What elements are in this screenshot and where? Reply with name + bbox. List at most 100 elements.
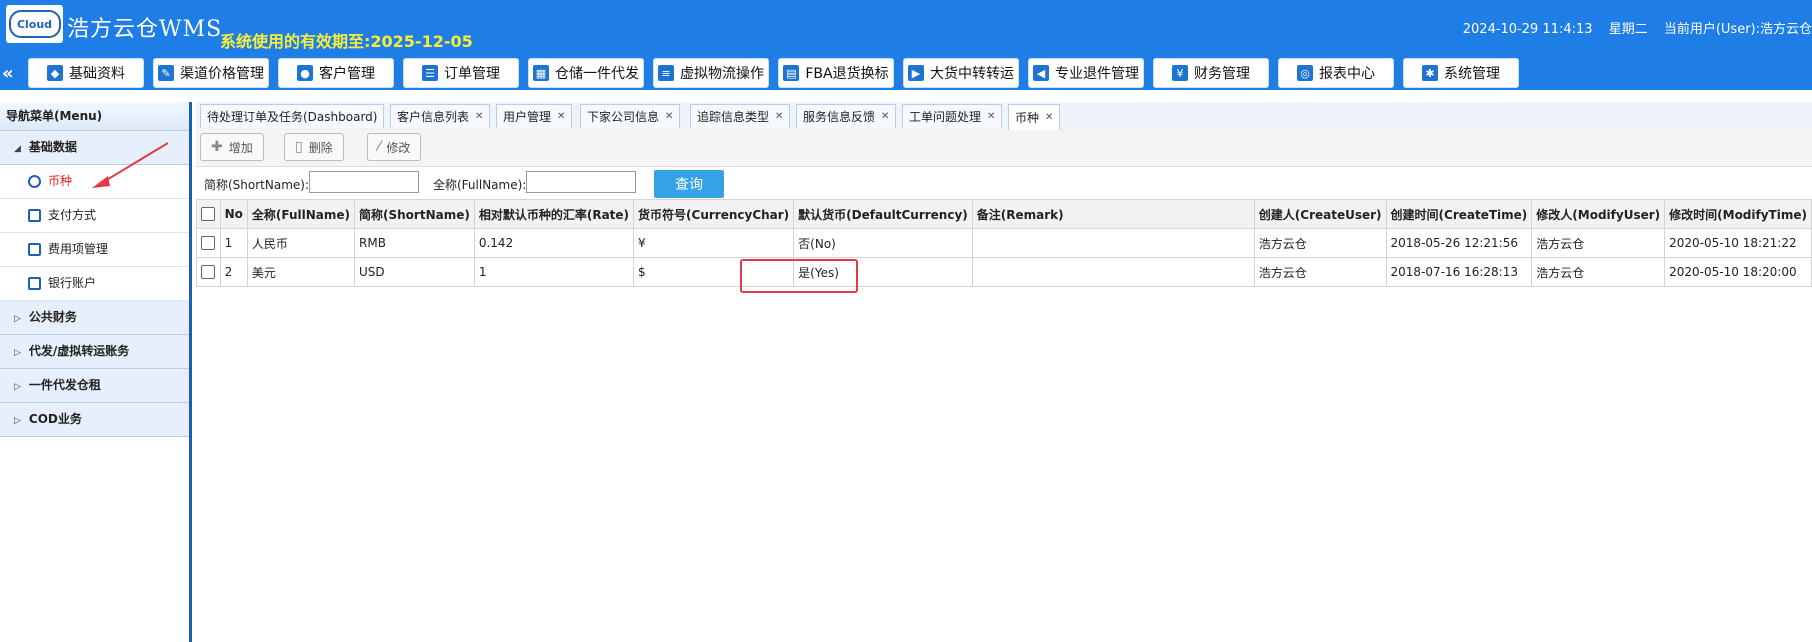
tab-user-management[interactable]: 用户管理 ✕ bbox=[496, 104, 573, 128]
select-all-checkbox[interactable] bbox=[196, 199, 221, 229]
nav-label: 客户管理 bbox=[319, 66, 375, 82]
close-icon[interactable]: ✕ bbox=[1045, 112, 1053, 123]
toolbar: ✚ 增加 ▯ 删除 ⁄ 修改 bbox=[196, 130, 1812, 167]
close-icon[interactable]: ✕ bbox=[775, 111, 783, 122]
truck-icon: ▶ bbox=[908, 65, 924, 81]
tab-label: 工单问题处理 bbox=[909, 110, 982, 124]
annotation-highlight-box bbox=[740, 259, 858, 293]
user-icon: ● bbox=[297, 65, 313, 81]
nav-channel-price[interactable]: ✎ 渠道价格管理 bbox=[153, 58, 269, 88]
edit-button[interactable]: ⁄ 修改 bbox=[367, 133, 422, 161]
sidebar-item-payment-method[interactable]: 支付方式 bbox=[0, 199, 189, 233]
collapsed-triangle-icon: ▷ bbox=[14, 416, 21, 426]
column-header[interactable]: 备注(Remark) bbox=[971, 199, 1255, 229]
sidebar-group-dropship-accounting[interactable]: ▷ 代发/虚拟转运账务 bbox=[0, 335, 189, 369]
cell: 人民币 bbox=[246, 228, 356, 258]
current-user: 当前用户(User):浩方云仓 bbox=[1663, 22, 1812, 37]
group-label: 代发/虚拟转运账务 bbox=[28, 344, 130, 358]
settings-icon: ✱ bbox=[1422, 65, 1438, 81]
nav-returns[interactable]: ◀ 专业退件管理 bbox=[1028, 58, 1144, 88]
tab-dashboard[interactable]: 待处理订单及任务(Dashboard) bbox=[200, 104, 385, 128]
column-header[interactable]: 全称(FullName) bbox=[246, 199, 356, 229]
tab-label: 客户信息列表 bbox=[397, 110, 470, 124]
nav-fba-return[interactable]: ▤ FBA退货换标 bbox=[778, 58, 894, 88]
column-header[interactable]: No bbox=[219, 199, 248, 229]
nav-label: 报表中心 bbox=[1319, 66, 1375, 82]
nav-system[interactable]: ✱ 系统管理 bbox=[1403, 58, 1519, 88]
logo: Cloud bbox=[6, 5, 63, 43]
item-label: 支付方式 bbox=[48, 208, 97, 222]
cell bbox=[971, 228, 1255, 258]
nav-label: 仓储一件代发 bbox=[555, 66, 639, 82]
group-label: 公共财务 bbox=[28, 310, 77, 324]
row-checkbox[interactable] bbox=[196, 257, 221, 287]
column-header[interactable]: 简称(ShortName) bbox=[354, 199, 475, 229]
group-label: 一件代发仓租 bbox=[28, 378, 101, 392]
cell: 2 bbox=[219, 257, 248, 287]
cell: 1 bbox=[219, 228, 248, 258]
query-button[interactable]: 查询 bbox=[654, 170, 724, 198]
tab-currency[interactable]: 币种 ✕ bbox=[1008, 104, 1061, 130]
tab-tracking-types[interactable]: 追踪信息类型 ✕ bbox=[690, 104, 791, 128]
nav-reports[interactable]: ◎ 报表中心 bbox=[1278, 58, 1394, 88]
cell bbox=[971, 257, 1255, 287]
short-name-input[interactable] bbox=[309, 171, 419, 193]
full-name-label: 全称(FullName): bbox=[433, 178, 527, 192]
plus-icon: ✚ bbox=[211, 139, 223, 155]
column-header[interactable]: 创建人(CreateUser) bbox=[1253, 199, 1387, 229]
sidebar-group-cod[interactable]: ▷ COD业务 bbox=[0, 403, 189, 437]
tab-downstream-company[interactable]: 下家公司信息 ✕ bbox=[580, 104, 681, 128]
column-header[interactable]: 修改时间(ModifyTime) bbox=[1664, 199, 1812, 229]
cell: 0.142 bbox=[473, 228, 635, 258]
add-button[interactable]: ✚ 增加 bbox=[200, 133, 264, 161]
close-icon[interactable]: ✕ bbox=[987, 111, 995, 122]
nav-finance[interactable]: ¥ 财务管理 bbox=[1153, 58, 1269, 88]
collapse-menu-icon[interactable]: « bbox=[2, 63, 14, 84]
sidebar-group-public-finance[interactable]: ▷ 公共财务 bbox=[0, 301, 189, 335]
nav-virtual-logistics[interactable]: ≡ 虚拟物流操作 bbox=[653, 58, 769, 88]
nav-orders[interactable]: ☰ 订单管理 bbox=[403, 58, 519, 88]
column-header[interactable]: 创建时间(CreateTime) bbox=[1385, 199, 1533, 229]
nav-bulk-transfer[interactable]: ▶ 大货中转转运 bbox=[903, 58, 1019, 88]
nav-basic-data[interactable]: ◆ 基础资料 bbox=[28, 58, 144, 88]
nav-warehouse[interactable]: ▦ 仓储一件代发 bbox=[528, 58, 644, 88]
column-header[interactable]: 默认货币(DefaultCurrency) bbox=[793, 199, 973, 229]
cell: ¥ bbox=[633, 228, 795, 258]
full-name-input[interactable] bbox=[526, 171, 636, 193]
column-header[interactable]: 相对默认币种的汇率(Rate) bbox=[473, 199, 635, 229]
table-row[interactable]: 1 人民币 RMB 0.142 ¥ 否(No) 浩方云仓 2018-05-26 … bbox=[196, 228, 1812, 258]
sidebar-item-fee-items[interactable]: 费用项管理 bbox=[0, 233, 189, 267]
cell: 2018-05-26 12:21:56 bbox=[1385, 228, 1533, 258]
column-header[interactable]: 货币符号(CurrencyChar) bbox=[633, 199, 795, 229]
close-icon[interactable]: ✕ bbox=[665, 111, 673, 122]
tag-icon: ◆ bbox=[47, 65, 63, 81]
row-checkbox[interactable] bbox=[196, 228, 221, 258]
nav-label: 虚拟物流操作 bbox=[680, 66, 764, 82]
item-label: 银行账户 bbox=[48, 276, 97, 290]
table-header: No 全称(FullName) 简称(ShortName) 相对默认币种的汇率(… bbox=[196, 199, 1812, 229]
close-icon[interactable]: ✕ bbox=[557, 111, 565, 122]
document-icon: ▤ bbox=[783, 65, 800, 81]
column-header[interactable]: 修改人(ModifyUser) bbox=[1531, 199, 1666, 229]
currency-table: No 全称(FullName) 简称(ShortName) 相对默认币种的汇率(… bbox=[196, 199, 1812, 287]
sidebar-group-warehouse-rent[interactable]: ▷ 一件代发仓租 bbox=[0, 369, 189, 403]
list-icon: ☰ bbox=[422, 65, 438, 81]
truck-return-icon: ◀ bbox=[1033, 65, 1049, 81]
close-icon[interactable]: ✕ bbox=[881, 111, 889, 122]
tab-label: 服务信息反馈 bbox=[803, 110, 876, 124]
cell: 浩方云仓 bbox=[1253, 228, 1387, 258]
table-row[interactable]: 2 美元 USD 1 $ 是(Yes) 浩方云仓 2018-07-16 16:2… bbox=[196, 257, 1812, 287]
tab-customer-list[interactable]: 客户信息列表 ✕ bbox=[390, 104, 491, 128]
close-icon[interactable]: ✕ bbox=[475, 111, 483, 122]
sidebar-title: 导航菜单(Menu) bbox=[0, 102, 189, 131]
add-label: 增加 bbox=[228, 140, 253, 155]
nav-customer[interactable]: ● 客户管理 bbox=[278, 58, 394, 88]
tab-work-order[interactable]: 工单问题处理 ✕ bbox=[902, 104, 1003, 128]
item-label: 币种 bbox=[48, 174, 73, 188]
tab-label: 币种 bbox=[1015, 111, 1040, 125]
tab-label: 用户管理 bbox=[503, 110, 552, 124]
delete-button[interactable]: ▯ 删除 bbox=[284, 133, 344, 161]
sidebar-item-bank-account[interactable]: 银行账户 bbox=[0, 267, 189, 301]
cell: 浩方云仓 bbox=[1531, 257, 1666, 287]
tab-service-feedback[interactable]: 服务信息反馈 ✕ bbox=[796, 104, 897, 128]
